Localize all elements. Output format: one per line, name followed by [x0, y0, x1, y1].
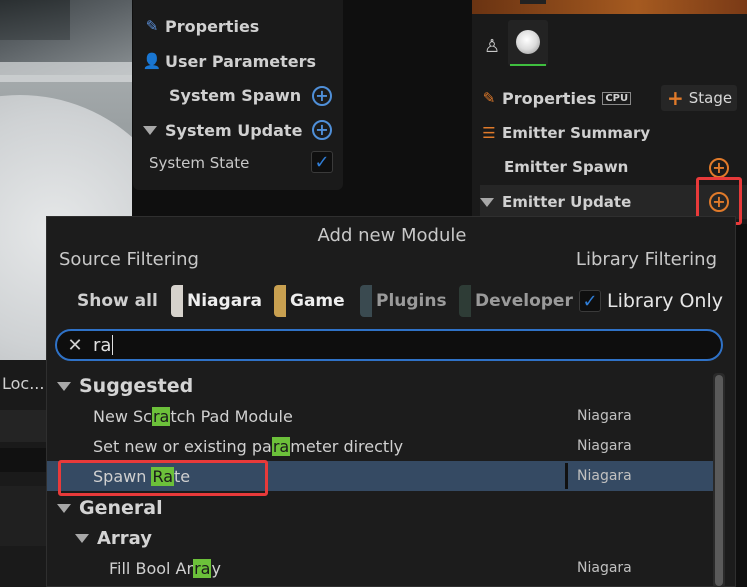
- item-source: Niagara: [577, 560, 632, 576]
- item-source: Niagara: [577, 438, 632, 454]
- search-match: ra: [271, 436, 291, 456]
- filter-niagara[interactable]: Niagara: [171, 285, 262, 317]
- item-text: tch Pad Module: [170, 406, 293, 426]
- emitter-summary-row[interactable]: ☰ Emitter Summary: [476, 116, 747, 150]
- plugins-color-bar: [360, 285, 372, 317]
- system-panel: ✎ Properties 👤 User Parameters System Sp…: [133, 0, 343, 190]
- user-icon: 👤: [142, 52, 162, 70]
- filter-developer-label: Developer: [475, 291, 573, 311]
- niagara-color-bar: [171, 285, 183, 317]
- expand-icon: [57, 381, 71, 391]
- search-match: ra: [151, 406, 171, 426]
- emitter-header-notch: [520, 0, 546, 4]
- cpu-icon: CPU: [602, 91, 632, 105]
- show-all-button[interactable]: Show all: [77, 285, 158, 317]
- item-text: y: [211, 558, 221, 578]
- highlight-spawn-rate: [58, 460, 268, 496]
- item-name: Set new or existing parameter directly: [93, 436, 404, 456]
- system-state-checkbox[interactable]: ✓: [311, 151, 333, 173]
- scrollbar-thumb[interactable]: [715, 375, 723, 586]
- developer-color-bar: [459, 285, 471, 317]
- category-label: Suggested: [79, 375, 194, 397]
- category-general[interactable]: General: [47, 493, 713, 523]
- category-array[interactable]: Array: [47, 523, 713, 553]
- left-panel: Loc...: [0, 360, 47, 587]
- filter-game[interactable]: Game: [274, 285, 345, 317]
- edit-icon: ✎: [145, 17, 159, 35]
- list-item[interactable]: Set new or existing parameter directly N…: [47, 431, 713, 461]
- viewport-horizon: [0, 62, 132, 82]
- expand-icon: [75, 533, 89, 543]
- list-icon: ☰: [482, 124, 496, 142]
- search-text: ra: [93, 334, 112, 356]
- add-stage-button[interactable]: + Stage: [661, 85, 737, 111]
- viewport-shadow: [0, 0, 70, 40]
- library-filtering-label: Library Filtering: [575, 249, 717, 270]
- filter-niagara-label: Niagara: [187, 291, 263, 311]
- emitter-thumbnail[interactable]: [508, 20, 548, 66]
- expand-icon: [57, 503, 71, 513]
- emitter-update-label: Emitter Update: [502, 193, 632, 211]
- library-only-toggle[interactable]: ✓ Library Only: [579, 285, 723, 317]
- item-text: Set new or existing pa: [93, 436, 272, 456]
- list-item[interactable]: New Scratch Pad Module Niagara: [47, 401, 713, 431]
- library-only-checkbox: ✓: [579, 290, 601, 312]
- filter-game-label: Game: [290, 291, 345, 311]
- figure-icon: ♙: [484, 36, 501, 57]
- library-only-label: Library Only: [607, 290, 723, 312]
- item-name: New Scratch Pad Module: [93, 406, 293, 426]
- active-indicator: [510, 64, 546, 66]
- location-label: Loc...: [2, 374, 45, 393]
- source-filtering-label: Source Filtering: [59, 249, 199, 270]
- system-spawn-label: System Spawn: [169, 85, 302, 105]
- sphere-preview: [516, 30, 540, 54]
- item-text: meter directly: [290, 436, 404, 456]
- clear-search-icon[interactable]: ✕: [57, 335, 93, 356]
- emitter-properties-label: Properties: [502, 88, 597, 108]
- item-text: Fill Bool Ar: [109, 558, 194, 578]
- system-state-label: System State: [149, 154, 250, 172]
- item-source: Niagara: [577, 468, 632, 484]
- add-system-spawn-button[interactable]: +: [312, 86, 332, 106]
- show-all-label: Show all: [77, 291, 158, 311]
- edit-icon: ✎: [482, 89, 496, 107]
- text-caret: [112, 335, 114, 355]
- system-spawn-row[interactable]: System Spawn: [169, 78, 379, 112]
- list-item[interactable]: Fill Bool Array Niagara: [47, 553, 713, 583]
- list-scrollbar[interactable]: [713, 373, 725, 587]
- column-divider: [565, 463, 568, 489]
- left-panel-row: [0, 486, 47, 546]
- expand-icon: [143, 125, 157, 135]
- user-parameters-row[interactable]: 👤 User Parameters: [139, 44, 349, 78]
- category-label: General: [79, 497, 163, 519]
- expand-icon: [480, 197, 494, 207]
- emitter-header: [472, 0, 747, 14]
- item-text: New Sc: [93, 406, 152, 426]
- emitter-spawn-label: Emitter Spawn: [504, 158, 629, 176]
- category-suggested[interactable]: Suggested: [47, 371, 713, 401]
- user-parameters-label: User Parameters: [165, 51, 317, 71]
- left-panel-row: [0, 410, 47, 442]
- search-input[interactable]: ✕ ra: [55, 329, 723, 361]
- system-properties-label: Properties: [165, 16, 260, 36]
- popup-title: Add new Module: [317, 225, 467, 246]
- filter-plugins-label: Plugins: [376, 291, 447, 311]
- item-name: Fill Bool Array: [109, 558, 221, 578]
- search-match: ra: [193, 558, 212, 578]
- system-properties-row[interactable]: ✎ Properties: [139, 9, 349, 43]
- plus-icon: +: [667, 86, 684, 110]
- filter-plugins[interactable]: Plugins: [360, 285, 447, 317]
- add-system-update-button[interactable]: +: [312, 120, 332, 140]
- add-emitter-spawn-button[interactable]: +: [709, 158, 729, 178]
- filter-developer[interactable]: Developer: [459, 285, 573, 317]
- game-color-bar: [274, 285, 286, 317]
- add-module-popup: Add new Module Source Filtering Library …: [46, 216, 736, 587]
- category-label: Array: [97, 527, 153, 549]
- system-update-label: System Update: [165, 120, 303, 140]
- stage-label: Stage: [688, 89, 733, 107]
- left-panel-row: [0, 448, 47, 472]
- emitter-summary-label: Emitter Summary: [502, 124, 651, 142]
- item-source: Niagara: [577, 408, 632, 424]
